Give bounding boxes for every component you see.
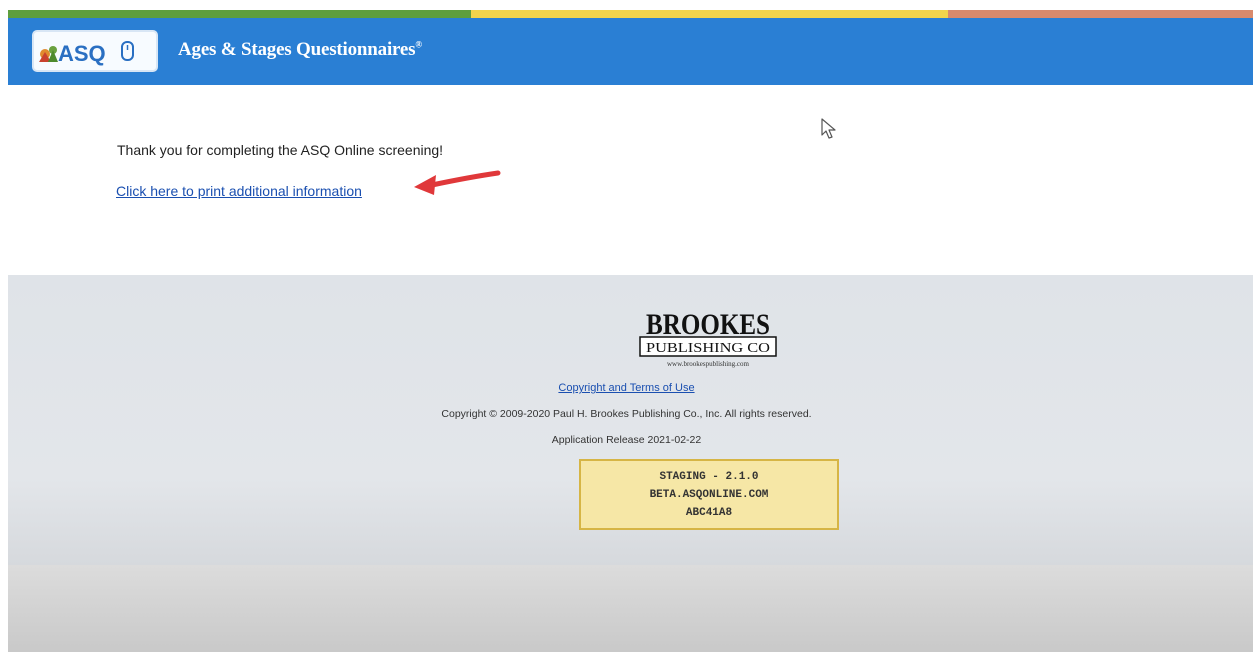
bottom-band <box>8 565 1253 652</box>
stripe-green <box>8 10 471 18</box>
asq-logo-icon: ASQ <box>39 41 134 66</box>
svg-text:ASQ: ASQ <box>58 41 106 66</box>
svg-text:PUBLISHING CO: PUBLISHING CO <box>646 341 770 356</box>
brookes-publishing-logo[interactable]: BROOKES PUBLISHING CO www.brookespublish… <box>633 305 783 371</box>
asq-logo[interactable]: ASQ <box>32 30 158 72</box>
annotation-arrow-icon <box>414 170 501 195</box>
app-header: ASQ Ages & Stages Questionnaires® <box>8 18 1253 85</box>
staging-domain: BETA.ASQONLINE.COM <box>649 488 769 501</box>
app-title: Ages & Stages Questionnaires® <box>178 39 422 61</box>
registered-mark: ® <box>415 39 422 50</box>
copyright-terms-link[interactable]: Copyright and Terms of Use <box>0 382 1253 394</box>
app-title-text: Ages & Stages Questionnaires <box>178 39 416 60</box>
staging-version: STAGING - 2.1.0 <box>659 470 759 483</box>
thank-you-message: Thank you for completing the ASQ Online … <box>117 142 444 158</box>
svg-text:BROOKES: BROOKES <box>646 308 770 341</box>
mouse-cursor-icon <box>821 118 836 139</box>
stripe-yellow <box>471 10 948 18</box>
stripe-salmon <box>948 10 1253 18</box>
staging-info-box: STAGING - 2.1.0 BETA.ASQONLINE.COM ABC41… <box>579 459 839 530</box>
staging-build: ABC41A8 <box>685 506 733 519</box>
print-additional-info-link[interactable]: Click here to print additional informati… <box>116 183 362 199</box>
top-color-strip <box>0 0 1253 20</box>
application-release: Application Release 2021-02-22 <box>551 434 702 446</box>
svg-text:www.brookespublishing.com: www.brookespublishing.com <box>667 360 750 368</box>
copyright-text: Copyright © 2009-2020 Paul H. Brookes Pu… <box>441 408 812 420</box>
